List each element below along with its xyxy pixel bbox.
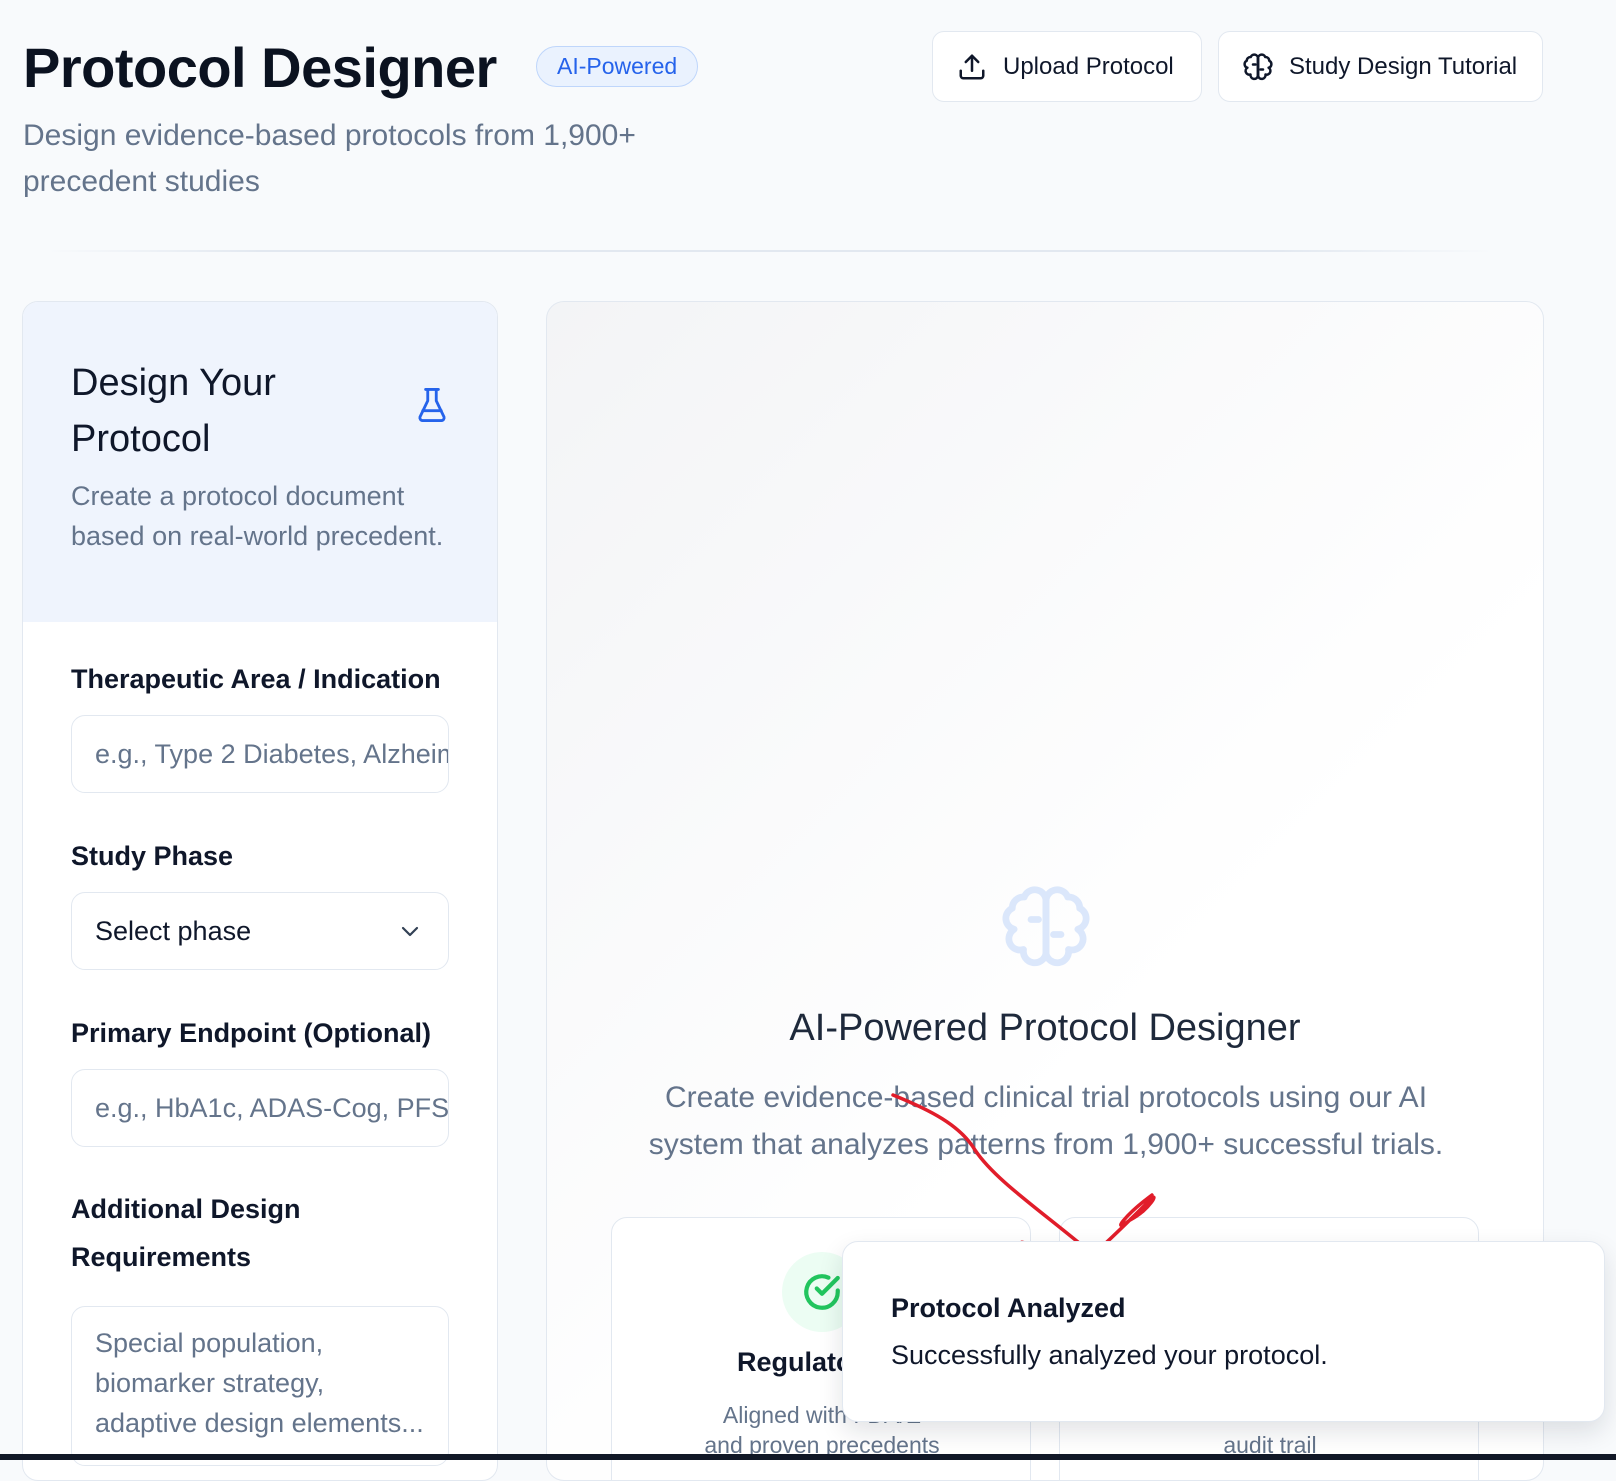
header-divider <box>45 250 1495 252</box>
primary-endpoint-label: Primary Endpoint (Optional) <box>71 1018 432 1048</box>
designer-title: AI-Powered Protocol Designer <box>789 1007 1301 1049</box>
design-form-header: Design Your Protocol Create a protocol d… <box>23 302 497 622</box>
design-form-description: Create a protocol document based on real… <box>71 481 444 551</box>
therapeutic-area-label: Therapeutic Area / Indication <box>71 664 441 694</box>
primary-endpoint-input[interactable]: e.g., HbA1c, ADAS-Cog, PFS <box>71 1069 449 1147</box>
upload-protocol-label: Upload Protocol <box>1003 52 1174 80</box>
additional-requirements-label: Additional Design Requirements <box>71 1194 301 1272</box>
designer-description: Create evidence-based clinical trial pro… <box>648 1081 1444 1161</box>
study-phase-label: Study Phase <box>71 841 234 871</box>
toast-message: Successfully analyzed your protocol. <box>891 1340 1328 1370</box>
therapeutic-area-input[interactable]: e.g., Type 2 Diabetes, Alzheimer's <box>71 715 449 793</box>
page-title: Protocol Designer <box>23 36 497 99</box>
chevron-down-icon <box>401 926 419 937</box>
ai-powered-badge: AI-Powered <box>536 46 699 87</box>
design-form-panel: Design Your Protocol Create a protocol d… <box>22 301 498 1481</box>
study-design-tutorial-label: Study Design Tutorial <box>1289 52 1518 80</box>
design-form-title: Design Your Protocol <box>71 362 276 460</box>
upload-icon <box>959 54 985 79</box>
page-subtitle: Design evidence-based protocols from 1,9… <box>23 119 636 198</box>
toast-title: Protocol Analyzed <box>891 1293 1126 1323</box>
flask-icon <box>418 387 446 422</box>
study-phase-select[interactable]: Select phase <box>71 892 449 970</box>
brain-icon <box>1243 52 1273 80</box>
study-phase-value: Select phase <box>95 916 252 946</box>
success-toast[interactable]: Protocol Analyzed Successfully analyzed … <box>842 1241 1605 1422</box>
study-design-tutorial-button[interactable]: Study Design Tutorial <box>1218 31 1543 102</box>
brain-icon <box>1002 886 1090 967</box>
upload-protocol-button[interactable]: Upload Protocol <box>932 31 1202 102</box>
window-bottom-edge <box>0 1454 1616 1460</box>
additional-requirements-textarea[interactable]: Special population, biomarker strategy, … <box>71 1306 449 1466</box>
